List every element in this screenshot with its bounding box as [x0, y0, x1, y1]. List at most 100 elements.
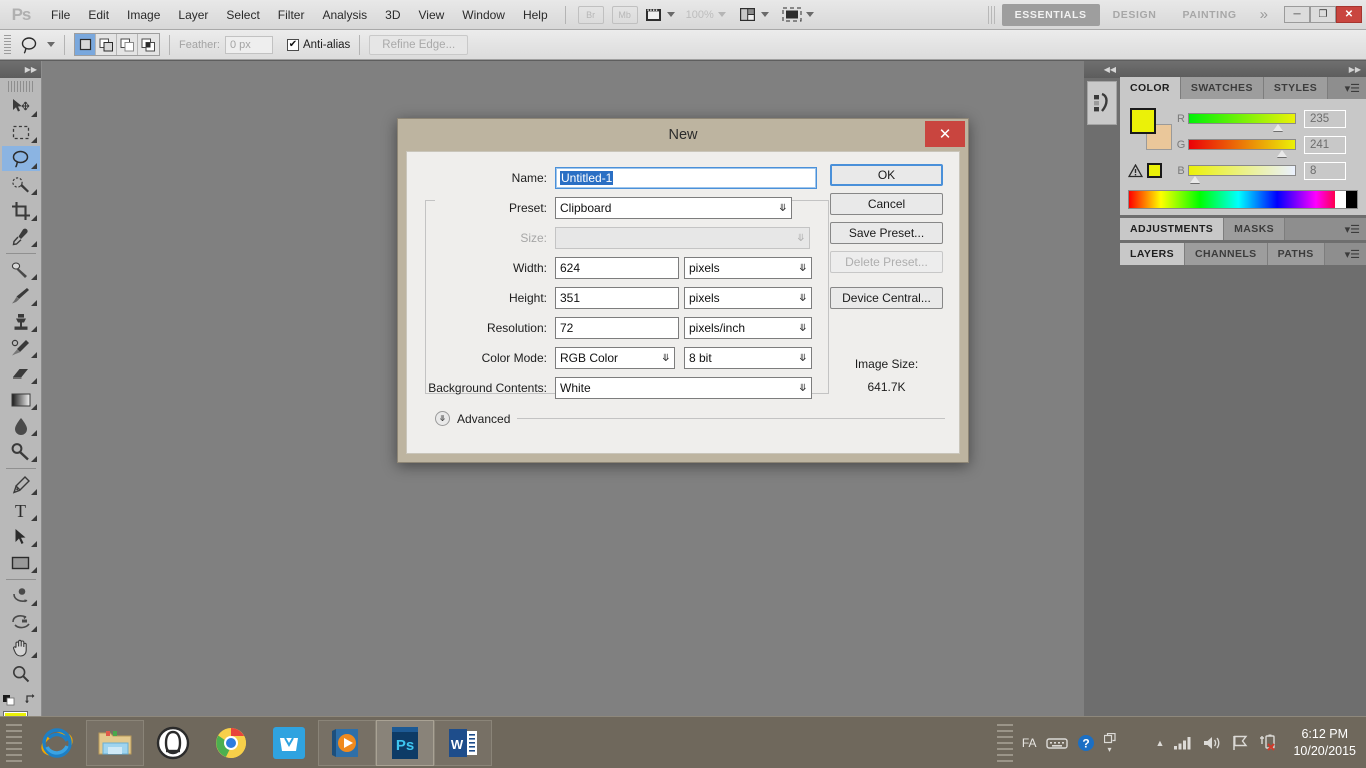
feather-input[interactable]: 0 px	[224, 35, 273, 54]
red-slider-thumb[interactable]	[1273, 124, 1283, 131]
blur-tool[interactable]	[2, 413, 40, 438]
rectangle-tool[interactable]	[2, 550, 40, 575]
options-bar-grip[interactable]	[4, 34, 11, 55]
zoom-chevron-down-icon[interactable]	[717, 12, 726, 17]
tools-panel-grip[interactable]	[8, 81, 33, 92]
eraser-tool[interactable]	[2, 361, 40, 386]
show-hidden-icons-icon[interactable]: ▲	[1156, 738, 1165, 748]
menu-edit[interactable]: Edit	[79, 4, 118, 26]
taskbar-file-explorer[interactable]	[86, 719, 144, 766]
intersect-with-selection-button[interactable]	[138, 34, 159, 55]
horizontal-type-tool[interactable]: T	[2, 498, 40, 523]
tab-masks[interactable]: MASKS	[1224, 218, 1286, 240]
speaker-icon[interactable]	[1202, 735, 1222, 751]
resolution-input[interactable]: 72	[555, 317, 679, 339]
taskbar-google-chrome[interactable]	[202, 720, 260, 766]
green-slider[interactable]	[1188, 139, 1296, 157]
eyedropper-tool[interactable]	[2, 224, 40, 249]
history-brush-tool[interactable]	[2, 335, 40, 360]
workspace-grip[interactable]	[987, 5, 996, 24]
pen-tool[interactable]	[2, 472, 40, 497]
adjustments-panel-menu-icon[interactable]: ▾☰	[1339, 218, 1366, 240]
dialog-title-bar[interactable]: New ✕	[398, 119, 968, 151]
menu-help[interactable]: Help	[514, 4, 557, 26]
add-to-selection-button[interactable]	[96, 34, 117, 55]
refine-edge-button[interactable]: Refine Edge...	[369, 34, 469, 55]
action-center-flag-icon[interactable]	[1231, 735, 1249, 751]
more-workspaces-button[interactable]: »	[1250, 6, 1278, 23]
gradient-tool[interactable]	[2, 387, 40, 412]
name-input[interactable]: Untitled-1	[555, 167, 817, 189]
help-icon[interactable]: ?	[1077, 734, 1095, 752]
bridge-button[interactable]: Br	[577, 5, 604, 24]
panel-foreground-color-swatch[interactable]	[1130, 108, 1156, 134]
tool-preset-chevron-down-icon[interactable]	[47, 42, 55, 47]
white-black-swatches[interactable]	[1335, 191, 1357, 208]
language-indicator[interactable]: FA	[1022, 736, 1037, 750]
brush-tool[interactable]	[2, 283, 40, 308]
subtract-from-selection-button[interactable]	[117, 34, 138, 55]
hand-tool[interactable]	[2, 635, 40, 660]
history-panel-icon[interactable]	[1087, 81, 1117, 125]
dialog-close-button[interactable]: ✕	[925, 121, 965, 147]
background-contents-select[interactable]: White ⤋	[555, 377, 812, 399]
tab-paths[interactable]: PATHS	[1267, 243, 1325, 265]
layers-panel-menu-icon[interactable]: ▾☰	[1339, 243, 1366, 265]
taskbar-media-player[interactable]	[318, 719, 376, 766]
tools-panel-collapse[interactable]: ▶▶	[0, 61, 41, 78]
quick-selection-tool[interactable]	[2, 172, 40, 197]
red-value-input[interactable]: 235	[1304, 109, 1346, 128]
blue-slider[interactable]	[1188, 165, 1296, 183]
workspace-tab-design[interactable]: DESIGN	[1100, 4, 1170, 26]
close-button[interactable]: ✕	[1336, 6, 1362, 23]
screen-mode-button[interactable]	[782, 7, 814, 22]
tab-color[interactable]: COLOR	[1120, 77, 1181, 99]
height-input[interactable]: 351	[555, 287, 679, 309]
menu-file[interactable]: File	[42, 4, 79, 26]
menu-filter[interactable]: Filter	[269, 4, 314, 26]
zoom-tool[interactable]	[2, 661, 40, 686]
height-unit-select[interactable]: pixels ⤋	[684, 287, 812, 309]
tab-layers[interactable]: LAYERS	[1120, 243, 1186, 265]
menu-image[interactable]: Image	[118, 4, 169, 26]
color-panel-swatches[interactable]	[1128, 107, 1172, 150]
menu-window[interactable]: Window	[453, 4, 514, 26]
workspace-tab-essentials[interactable]: ESSENTIALS	[1001, 3, 1100, 26]
tray-chevron-down-icon[interactable]: ▾	[1108, 745, 1112, 753]
resolution-unit-select[interactable]: pixels/inch ⤋	[684, 317, 812, 339]
view-extras-button[interactable]	[645, 7, 675, 23]
path-selection-tool[interactable]	[2, 524, 40, 549]
crop-tool[interactable]	[2, 198, 40, 223]
tab-styles[interactable]: STYLES	[1263, 77, 1329, 99]
taskbar-clock[interactable]: 6:12 PM 10/20/2015	[1287, 726, 1356, 760]
color-mode-select[interactable]: RGB Color ⤋	[555, 347, 675, 369]
network-signal-icon[interactable]	[1173, 735, 1193, 750]
width-unit-select[interactable]: pixels ⤋	[684, 257, 812, 279]
arrange-documents-button[interactable]	[739, 7, 769, 22]
taskbar-store-app[interactable]	[260, 720, 318, 766]
restore-button[interactable]: ❐	[1310, 6, 1336, 23]
tab-swatches[interactable]: SWATCHES	[1180, 77, 1264, 99]
minimize-button[interactable]: ─	[1284, 6, 1310, 23]
collapsed-dock-expand[interactable]: ◀◀	[1084, 61, 1120, 78]
lasso-icon[interactable]	[17, 34, 43, 56]
save-preset-button[interactable]: Save Preset...	[830, 222, 943, 244]
keyboard-icon[interactable]	[1045, 736, 1068, 750]
in-gamut-color-swatch[interactable]	[1147, 163, 1162, 178]
window-stack-icon[interactable]	[1103, 732, 1116, 744]
workspace-tab-painting[interactable]: PAINTING	[1169, 4, 1249, 26]
default-colors-icon[interactable]	[3, 693, 17, 706]
tab-channels[interactable]: CHANNELS	[1185, 243, 1268, 265]
green-value-input[interactable]: 241	[1304, 135, 1346, 154]
move-tool[interactable]	[2, 94, 40, 119]
taskbar-grip[interactable]	[6, 723, 22, 762]
out-of-gamut-warning[interactable]	[1128, 163, 1162, 178]
green-slider-thumb[interactable]	[1277, 150, 1287, 157]
preset-select[interactable]: Clipboard ⤋	[555, 197, 792, 219]
dock-collapse-button[interactable]: ▶▶	[1120, 61, 1366, 77]
tray-overflow-group[interactable]: ▾	[1103, 732, 1116, 753]
battery-error-icon[interactable]	[1258, 734, 1278, 751]
color-panel-menu-icon[interactable]: ▾☰	[1339, 77, 1366, 99]
rectangular-marquee-tool[interactable]	[2, 120, 40, 145]
device-central-button[interactable]: Device Central...	[830, 287, 943, 309]
